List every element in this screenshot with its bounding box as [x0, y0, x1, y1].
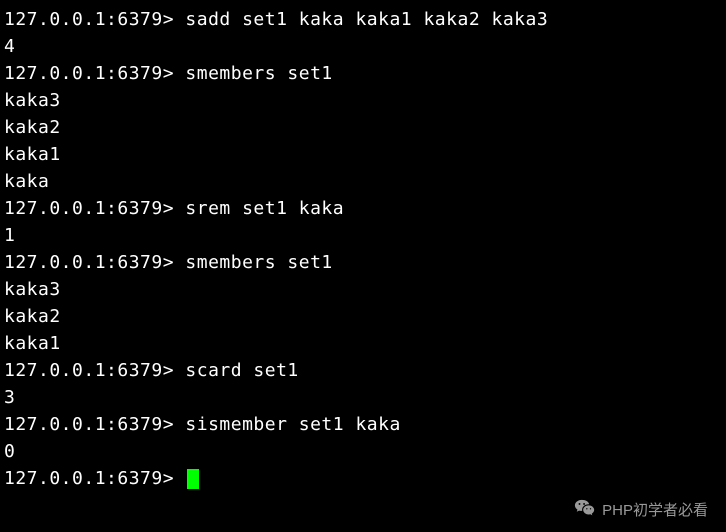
prompt: 127.0.0.1:6379>: [4, 414, 185, 435]
terminal-line: 4: [4, 33, 722, 60]
terminal-line: kaka2: [4, 303, 722, 330]
output-text: kaka: [4, 171, 49, 192]
output-text: kaka1: [4, 333, 61, 354]
command-text: smembers set1: [185, 252, 332, 273]
output-text: kaka1: [4, 144, 61, 165]
output-text: kaka3: [4, 90, 61, 111]
output-text: 3: [4, 387, 15, 408]
terminal-line: kaka: [4, 168, 722, 195]
terminal-line: kaka3: [4, 276, 722, 303]
prompt: 127.0.0.1:6379>: [4, 252, 185, 273]
terminal-line: kaka3: [4, 87, 722, 114]
command-text: smembers set1: [185, 63, 332, 84]
terminal-line: kaka1: [4, 141, 722, 168]
terminal-line: 0: [4, 438, 722, 465]
output-text: kaka2: [4, 117, 61, 138]
output-text: kaka3: [4, 279, 61, 300]
watermark: PHP初学者必看: [574, 498, 708, 520]
command-text: srem set1 kaka: [185, 198, 344, 219]
terminal-line: 127.0.0.1:6379> srem set1 kaka: [4, 195, 722, 222]
prompt: 127.0.0.1:6379>: [4, 63, 185, 84]
cursor: [187, 469, 199, 489]
terminal-line: 127.0.0.1:6379> smembers set1: [4, 60, 722, 87]
terminal-line: kaka1: [4, 330, 722, 357]
terminal-line: kaka2: [4, 114, 722, 141]
prompt: 127.0.0.1:6379>: [4, 198, 185, 219]
output-text: kaka2: [4, 306, 61, 327]
terminal-line: 127.0.0.1:6379> sismember set1 kaka: [4, 411, 722, 438]
terminal-output[interactable]: 127.0.0.1:6379> sadd set1 kaka kaka1 kak…: [0, 0, 726, 498]
watermark-text: PHP初学者必看: [602, 499, 708, 520]
terminal-line: 127.0.0.1:6379>: [4, 465, 722, 492]
terminal-line: 127.0.0.1:6379> sadd set1 kaka kaka1 kak…: [4, 6, 722, 33]
output-text: 1: [4, 225, 15, 246]
terminal-line: 3: [4, 384, 722, 411]
command-text: sadd set1 kaka kaka1 kaka2 kaka3: [185, 9, 548, 30]
wechat-icon: [574, 498, 596, 520]
output-text: 0: [4, 441, 15, 462]
terminal-line: 1: [4, 222, 722, 249]
command-text: sismember set1 kaka: [185, 414, 400, 435]
command-text: scard set1: [185, 360, 298, 381]
prompt: 127.0.0.1:6379>: [4, 360, 185, 381]
prompt: 127.0.0.1:6379>: [4, 9, 185, 30]
terminal-line: 127.0.0.1:6379> scard set1: [4, 357, 722, 384]
output-text: 4: [4, 36, 15, 57]
terminal-line: 127.0.0.1:6379> smembers set1: [4, 249, 722, 276]
prompt: 127.0.0.1:6379>: [4, 468, 185, 489]
